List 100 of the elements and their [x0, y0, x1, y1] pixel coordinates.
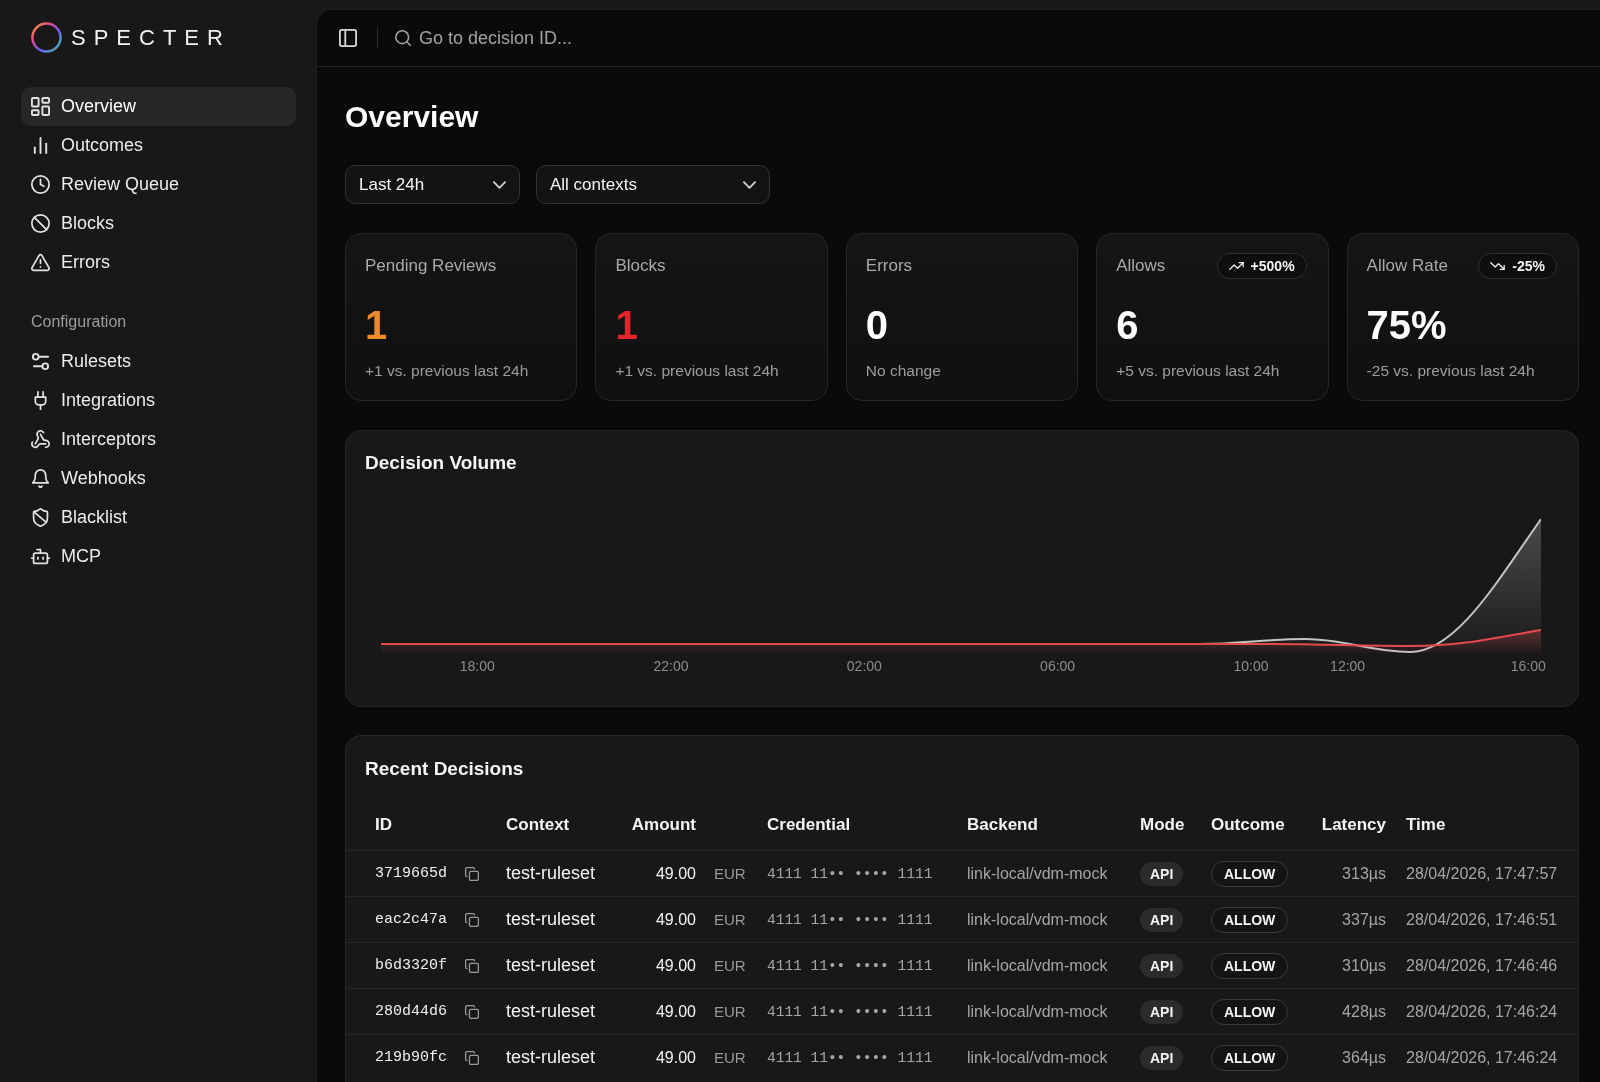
column-header: Time	[1406, 815, 1446, 835]
timestamp: 28/04/2026, 17:47:57	[1406, 864, 1558, 883]
section-heading: Configuration	[30, 312, 127, 332]
decision-id: 280d44d6	[375, 1003, 447, 1020]
axis-label: 18:00	[459, 657, 495, 675]
latency-value: 364µs	[1342, 1048, 1386, 1067]
page-title: Overview	[345, 99, 479, 135]
currency-code: EUR	[714, 1049, 746, 1066]
column-header: Amount	[631, 815, 696, 835]
timestamp: 28/04/2026, 17:46:46	[1406, 956, 1558, 975]
nav-item[interactable]: Webhooks	[21, 459, 296, 498]
stat-label: Errors	[865, 256, 913, 276]
copy-icon[interactable]	[465, 866, 479, 881]
nav-item[interactable]: Rulesets	[21, 342, 296, 381]
outcome-tag: ALLOW	[1211, 952, 1289, 979]
context-name: test-ruleset	[506, 1001, 596, 1022]
stat-value: 0	[865, 303, 889, 347]
timestamp: 28/04/2026, 17:46:51	[1406, 910, 1558, 929]
stat-change: +1 vs. previous last 24h	[365, 361, 529, 381]
column-header: Latency	[1321, 815, 1386, 835]
timestamp: 28/04/2026, 17:46:24	[1406, 1048, 1558, 1067]
decision-id: b6d3320f	[375, 957, 447, 974]
column-header: Backend	[967, 815, 1038, 835]
decision-id: 219b90fc	[375, 1049, 447, 1066]
backend-name: link-local/vdm-mock	[967, 1048, 1108, 1067]
axis-label: 16:00	[1510, 657, 1546, 675]
axis-label: 10:00	[1233, 657, 1269, 675]
search-field[interactable]: Go to decision ID...	[419, 27, 619, 49]
amount-value: 49.00	[655, 864, 696, 883]
currency-code: EUR	[714, 957, 746, 974]
nav-item[interactable]: Errors	[21, 243, 296, 282]
nav-item[interactable]: Integrations	[21, 381, 296, 420]
card-number: 4111 11•• •••• 1111	[767, 1049, 933, 1066]
context-dropdown[interactable]: All contexts	[536, 165, 770, 204]
mode-tag: API	[1140, 1045, 1184, 1070]
stat-change: No change	[865, 361, 941, 381]
column-header: Context	[506, 815, 570, 835]
sidebar-toggle-icon[interactable]	[339, 29, 357, 47]
copy-icon[interactable]	[465, 1050, 479, 1065]
context-name: test-ruleset	[506, 863, 596, 884]
trend-percent: -25%	[1512, 258, 1545, 274]
outcome-tag: ALLOW	[1211, 1044, 1289, 1071]
nav-item[interactable]: Interceptors	[21, 420, 296, 459]
stat-value: 1	[615, 303, 638, 347]
dashboard-icon	[31, 97, 50, 116]
latency-value: 337µs	[1342, 910, 1386, 929]
column-header: Mode	[1140, 815, 1185, 835]
copy-icon[interactable]	[465, 1004, 479, 1019]
chart-title: Decision Volume	[365, 451, 517, 475]
stat-label: Allow Rate	[1366, 256, 1448, 276]
backend-name: link-local/vdm-mock	[967, 864, 1108, 883]
ban-icon	[31, 214, 50, 233]
stat-value: 1	[365, 303, 388, 347]
trend-percent: +500%	[1250, 258, 1295, 274]
mode-tag: API	[1140, 953, 1184, 978]
backend-name: link-local/vdm-mock	[967, 956, 1108, 975]
nav-item[interactable]: Review Queue	[21, 165, 296, 204]
shield-icon	[31, 508, 50, 527]
backend-name: link-local/vdm-mock	[967, 1002, 1108, 1021]
column-header: Credential	[767, 815, 851, 835]
warning-icon	[31, 253, 50, 272]
column-header: ID	[375, 815, 392, 835]
stat-value: 75%	[1366, 303, 1447, 347]
webhook-icon	[31, 430, 50, 449]
chevron-down-icon	[743, 180, 756, 189]
amount-value: 49.00	[655, 956, 696, 975]
latency-value: 310µs	[1342, 956, 1386, 975]
mode-tag: API	[1140, 907, 1184, 932]
nav-item[interactable]: MCP	[21, 537, 296, 576]
table-title: Recent Decisions	[365, 757, 524, 781]
decision-id: 3719665d	[375, 865, 447, 882]
copy-icon[interactable]	[465, 958, 479, 973]
context-name: test-ruleset	[506, 1047, 596, 1068]
copy-icon[interactable]	[465, 912, 479, 927]
nav-item[interactable]: Outcomes	[21, 126, 296, 165]
outcome-tag: ALLOW	[1211, 998, 1289, 1025]
card-number: 4111 11•• •••• 1111	[767, 1003, 933, 1020]
decision-id: eac2c47a	[375, 911, 447, 928]
chevron-down-icon	[493, 180, 506, 189]
bar-chart-icon	[31, 136, 50, 155]
outcome-tag: ALLOW	[1211, 906, 1289, 933]
outcome-tag: ALLOW	[1211, 860, 1289, 887]
amount-value: 49.00	[655, 910, 696, 929]
logo-wordmark: SPECTER	[71, 25, 231, 50]
axis-label: 22:00	[653, 657, 689, 675]
card-number: 4111 11•• •••• 1111	[767, 957, 933, 974]
context-name: test-ruleset	[506, 909, 596, 930]
currency-code: EUR	[714, 911, 746, 928]
stat-change: +5 vs. previous last 24h	[1116, 361, 1280, 381]
backend-name: link-local/vdm-mock	[967, 910, 1108, 929]
nav-item[interactable]: Blocks	[21, 204, 296, 243]
nav-item[interactable]: Blacklist	[21, 498, 296, 537]
mode-tag: API	[1140, 999, 1184, 1024]
search-icon	[395, 30, 411, 46]
axis-label: 12:00	[1330, 657, 1366, 675]
currency-code: EUR	[714, 865, 746, 882]
nav-item[interactable]: Overview	[21, 87, 296, 126]
time-range-dropdown[interactable]: Last 24h	[345, 165, 520, 204]
axis-label: 02:00	[846, 657, 882, 675]
robot-icon	[31, 547, 50, 566]
